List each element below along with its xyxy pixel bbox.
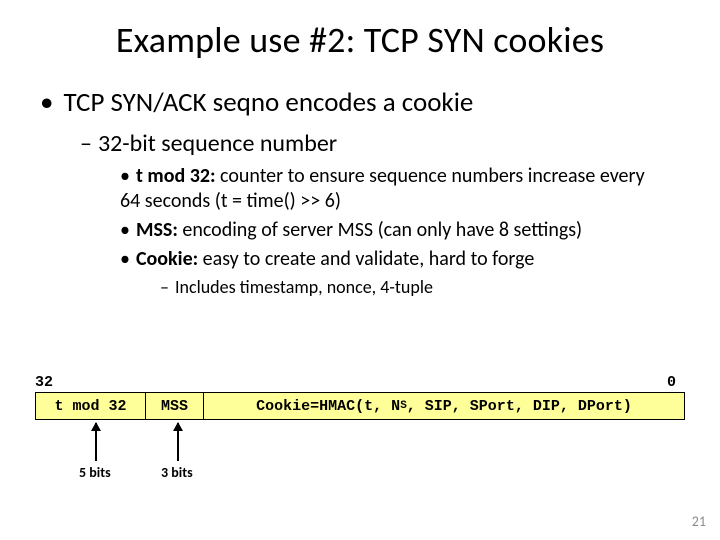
dash-icon: – (160, 276, 169, 298)
bullet-level3-tmod: •t mod 32: counter to ensure sequence nu… (0, 162, 720, 216)
bullet-level3-mss: •MSS: encoding of server MSS (can only h… (0, 216, 720, 245)
arrow-up-icon (95, 423, 97, 461)
field-tmod: t mod 32 (36, 393, 146, 419)
bullet-icon: • (120, 164, 130, 188)
bullet-level4: –Includes timestamp, nonce, 4-tuple (0, 274, 720, 300)
page-number: 21 (692, 513, 706, 530)
bit-label-high: 32 (35, 374, 53, 391)
width-label-tmod: 5 bits (79, 464, 111, 481)
l3b-bold: MSS: (136, 218, 178, 242)
bullet-level2: –32-bit sequence number (0, 125, 720, 162)
width-label-mss: 3 bits (161, 464, 193, 481)
l2-text: 32-bit sequence number (98, 129, 337, 158)
field-mss: MSS (146, 393, 204, 419)
field-cookie: Cookie=HMAC(t, NS, SIP, SPort, DIP, DPor… (204, 393, 684, 419)
bullet-dot-icon: • (40, 86, 53, 119)
arrow-up-icon (177, 423, 179, 461)
l3b-text: encoding of server MSS (can only have 8 … (178, 218, 582, 242)
cookie-subscript: S (400, 400, 407, 412)
seqno-diagram: 32 0 t mod 32 MSS Cookie=HMAC(t, NS, SIP… (35, 392, 685, 420)
bit-label-low: 0 (667, 374, 676, 391)
bullet-icon: • (120, 247, 130, 271)
dash-icon: – (80, 129, 92, 158)
l3c-bold: Cookie: (136, 247, 198, 271)
field-row: t mod 32 MSS Cookie=HMAC(t, NS, SIP, SPo… (35, 392, 685, 420)
bullet-level1: • TCP SYN/ACK seqno encodes a cookie (0, 72, 720, 125)
l3a-bold: t mod 32: (136, 164, 216, 188)
cookie-post: , SIP, SPort, DIP, DPort) (407, 398, 632, 415)
l1-text: TCP SYN/ACK seqno encodes a cookie (63, 86, 473, 119)
cookie-pre: Cookie=HMAC(t, N (256, 398, 400, 415)
l3c-text: easy to create and validate, hard to for… (198, 247, 534, 271)
l4-text: Includes timestamp, nonce, 4-tuple (175, 276, 433, 298)
bullet-icon: • (120, 218, 130, 242)
slide-title: Example use #2: TCP SYN cookies (0, 0, 720, 72)
bullet-level3-cookie: •Cookie: easy to create and validate, ha… (0, 245, 720, 274)
